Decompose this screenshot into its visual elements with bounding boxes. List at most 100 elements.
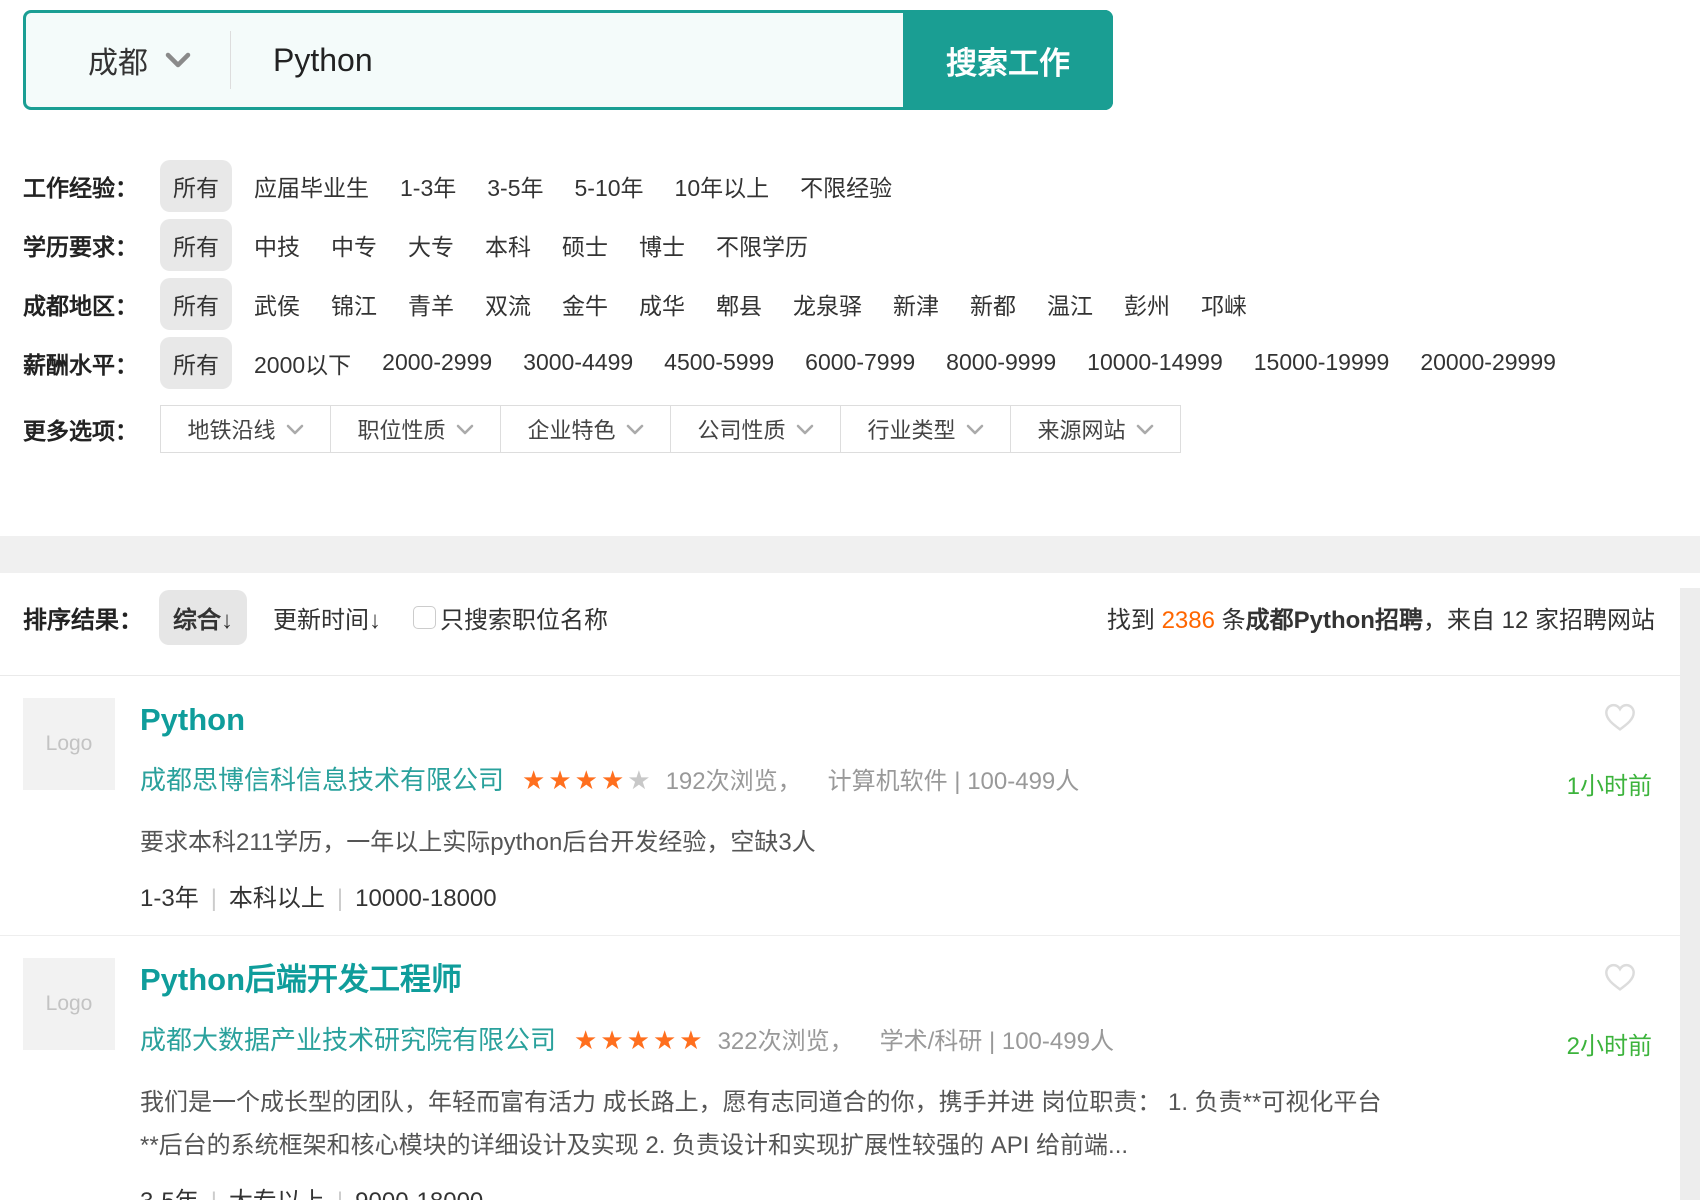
filter-label-salary: 薪酬水平： — [23, 346, 160, 380]
filter-panel: 工作经验：所有应届毕业生1-3年3-5年5-10年10年以上不限经验学历要求：所… — [23, 156, 1700, 462]
favorite-heart-icon — [1602, 960, 1638, 992]
title-only-checkbox[interactable] — [413, 606, 436, 629]
filter-option-district-0[interactable]: 所有 — [160, 278, 232, 330]
search-bar: 成都 搜索工作 — [23, 10, 1113, 110]
filter-option-district-12[interactable]: 彭州 — [1124, 287, 1170, 321]
job-meta-item-1: 大专以上 — [229, 1188, 325, 1200]
dropdown-label-0: 地铁沿线 — [187, 413, 275, 445]
filter-option-education-4[interactable]: 本科 — [485, 228, 531, 262]
filter-option-salary-6[interactable]: 8000-9999 — [946, 349, 1056, 376]
filter-option-experience-3[interactable]: 3-5年 — [487, 169, 543, 203]
chevron-down-icon — [456, 424, 474, 435]
chevron-down-icon — [966, 424, 984, 435]
filter-option-salary-4[interactable]: 4500-5999 — [664, 349, 774, 376]
sort-label: 排序结果： — [23, 600, 143, 635]
more-options-dropdowns: 地铁沿线 职位性质企业特色公司性质行业类型来源网站 — [160, 405, 1181, 453]
meta-separator: | — [211, 1188, 217, 1200]
city-selector-value: 成都 — [88, 38, 148, 82]
filter-row-education: 学历要求：所有中技中专大专本科硕士博士不限学历 — [23, 215, 1700, 274]
filter-option-district-2[interactable]: 锦江 — [331, 287, 377, 321]
scrollbar[interactable] — [1680, 588, 1700, 1200]
filter-option-salary-8[interactable]: 15000-19999 — [1254, 349, 1390, 376]
meta-separator: | — [211, 885, 217, 912]
filter-option-district-4[interactable]: 双流 — [485, 287, 531, 321]
chevron-down-icon — [1136, 424, 1154, 435]
favorite-button[interactable] — [1602, 700, 1638, 735]
filter-row-district: 成都地区：所有武侯锦江青羊双流金牛成华郫县龙泉驿新津新都温江彭州邛崃 — [23, 274, 1700, 333]
job-card-0: LogoPython成都思博信科信息技术有限公司★★★★★192次浏览，计算机软… — [0, 676, 1680, 936]
filter-option-district-7[interactable]: 郫县 — [716, 287, 762, 321]
filter-option-district-11[interactable]: 温江 — [1047, 287, 1093, 321]
dropdown-1[interactable]: 职位性质 — [330, 405, 501, 453]
star-icon: ★ — [627, 765, 653, 795]
chevron-down-icon — [286, 424, 304, 435]
filter-option-education-6[interactable]: 博士 — [639, 228, 685, 262]
filter-option-experience-2[interactable]: 1-3年 — [400, 169, 456, 203]
job-meta-item-2: 9000-18000 — [355, 1188, 483, 1200]
posted-time: 2小时前 — [1567, 1026, 1652, 1061]
filter-option-experience-4[interactable]: 5-10年 — [575, 169, 644, 203]
chevron-down-icon — [164, 51, 192, 69]
filter-option-salary-9[interactable]: 20000-29999 — [1420, 349, 1556, 376]
filter-option-experience-1[interactable]: 应届毕业生 — [254, 169, 369, 203]
favorite-button[interactable] — [1602, 960, 1638, 995]
filter-option-salary-3[interactable]: 3000-4499 — [523, 349, 633, 376]
dropdown-4[interactable]: 行业类型 — [840, 405, 1011, 453]
job-title-link[interactable]: Python — [140, 700, 245, 740]
filter-option-district-10[interactable]: 新都 — [970, 287, 1016, 321]
search-input[interactable] — [231, 13, 903, 107]
filter-option-district-1[interactable]: 武侯 — [254, 287, 300, 321]
job-title-link[interactable]: Python后端开发工程师 — [140, 960, 462, 1000]
city-selector[interactable]: 成都 — [26, 13, 230, 107]
job-meta: 3-5年|大专以上|9000-18000 — [140, 1181, 1510, 1200]
company-name-link[interactable]: 成都大数据产业技术研究院有限公司 — [140, 1020, 556, 1057]
job-main-1: Python后端开发工程师成都大数据产业技术研究院有限公司 ★★★★★ 322次浏览… — [140, 960, 1510, 1200]
dropdown-5[interactable]: 来源网站 — [1010, 405, 1181, 453]
filter-option-education-7[interactable]: 不限学历 — [716, 228, 808, 262]
star-icon: ★ — [653, 1025, 679, 1055]
filter-option-district-6[interactable]: 成华 — [639, 287, 685, 321]
company-logo-placeholder: Logo — [23, 958, 115, 1050]
company-name-link[interactable]: 成都思博信科信息技术有限公司 — [140, 760, 504, 797]
sort-option-0[interactable]: 综合↓ — [159, 590, 247, 645]
filter-label-experience: 工作经验： — [23, 169, 160, 203]
dropdown-3[interactable]: 公司性质 — [670, 405, 841, 453]
filter-option-education-1[interactable]: 中技 — [254, 228, 300, 262]
rating-stars: ★★★★★ — [574, 1027, 706, 1053]
filter-option-district-13[interactable]: 邛崃 — [1201, 287, 1247, 321]
filter-option-education-5[interactable]: 硕士 — [562, 228, 608, 262]
search-button[interactable]: 搜索工作 — [903, 10, 1113, 110]
filter-option-experience-6[interactable]: 不限经验 — [800, 169, 892, 203]
filter-items-experience: 所有应届毕业生 1-3年 3-5年 5-10年 10年以上不限经验 — [160, 160, 923, 212]
dropdown-2[interactable]: 企业特色 — [500, 405, 671, 453]
job-meta: 1-3年|本科以上|10000-18000 — [140, 878, 1510, 913]
dropdown-label-5: 来源网站 — [1037, 413, 1125, 445]
filter-items-education: 所有中技中专大专本科硕士博士不限学历 — [160, 219, 839, 271]
filter-option-district-8[interactable]: 龙泉驿 — [793, 287, 862, 321]
dropdown-0[interactable]: 地铁沿线 — [160, 405, 331, 453]
industry-and-size: 计算机软件 | 100-499人 — [828, 761, 1080, 796]
filter-option-district-9[interactable]: 新津 — [893, 287, 939, 321]
filter-row-salary: 薪酬水平：所有 2000以下 2000-2999 3000-4499 4500-5999… — [23, 333, 1700, 392]
filter-option-salary-2[interactable]: 2000-2999 — [382, 349, 492, 376]
job-card-1: Logo Python后端开发工程师成都大数据产业技术研究院有限公司 ★★★★★ 32… — [0, 936, 1680, 1200]
filter-option-district-3[interactable]: 青羊 — [408, 287, 454, 321]
view-count: 322次浏览， — [718, 1021, 854, 1056]
filter-label-education: 学历要求： — [23, 228, 160, 262]
filter-option-experience-0[interactable]: 所有 — [160, 160, 232, 212]
filter-option-district-5[interactable]: 金牛 — [562, 287, 608, 321]
filter-option-salary-1[interactable]: 2000以下 — [254, 346, 351, 380]
filter-option-salary-7[interactable]: 10000-14999 — [1087, 349, 1223, 376]
sort-option-1[interactable]: 更新时间↓ — [273, 600, 381, 635]
star-icon: ★ — [601, 765, 627, 795]
filter-option-education-0[interactable]: 所有 — [160, 219, 232, 271]
title-only-label: 只搜索职位名称 — [440, 600, 608, 635]
filter-option-education-2[interactable]: 中专 — [331, 228, 377, 262]
filter-option-experience-5[interactable]: 10年以上 — [675, 169, 770, 203]
filter-option-salary-0[interactable]: 所有 — [160, 337, 232, 389]
filter-option-salary-5[interactable]: 6000-7999 — [805, 349, 915, 376]
filter-option-education-3[interactable]: 大专 — [408, 228, 454, 262]
title-only-filter[interactable]: 只搜索职位名称 — [413, 600, 608, 635]
filter-items-salary: 所有 2000以下 2000-2999 3000-4499 4500-5999 6000-… — [160, 337, 1587, 389]
view-count: 192次浏览， — [666, 761, 802, 796]
